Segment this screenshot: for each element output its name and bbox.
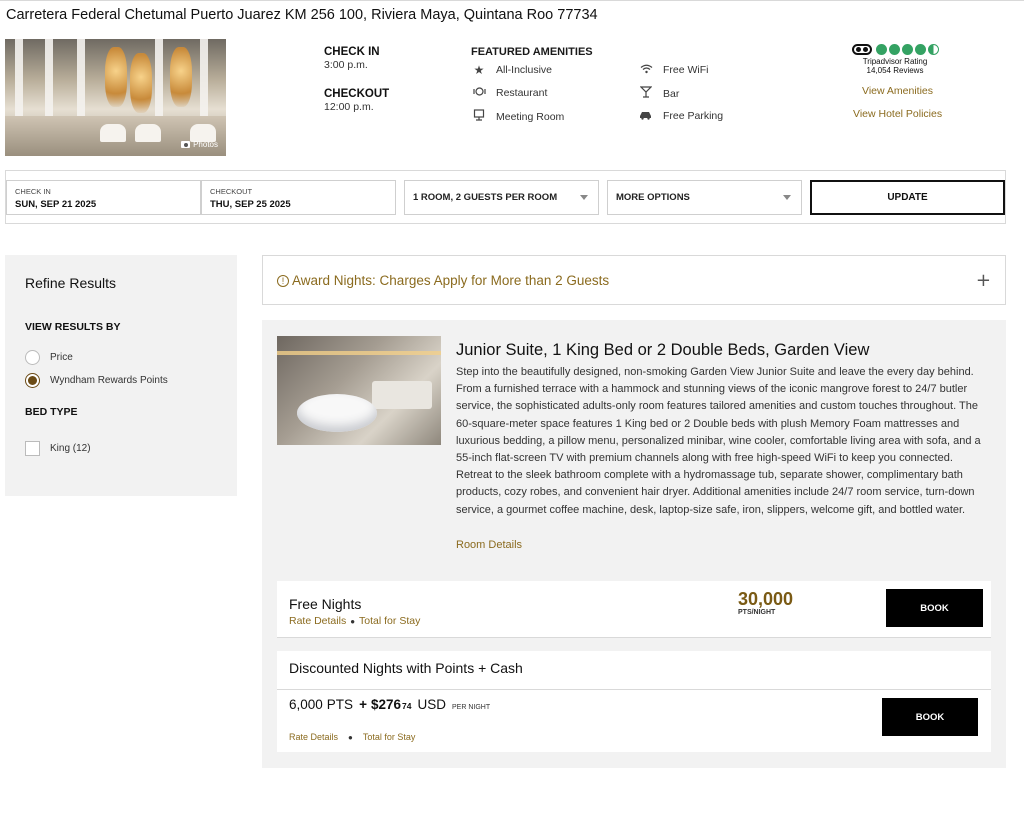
view-by-price-option[interactable]: Price	[25, 350, 73, 365]
amenity-meeting-room: Meeting Room	[472, 109, 564, 124]
tripadvisor-bubbles	[835, 44, 955, 55]
refine-sidebar: Refine Results VIEW RESULTS BY Price Wyn…	[5, 255, 237, 496]
checkout-info: CHECKOUT 12:00 p.m.	[324, 88, 389, 113]
check-in-label: CHECK IN	[324, 46, 380, 58]
room-title: Junior Suite, 1 King Bed or 2 Double Bed…	[456, 341, 870, 359]
meeting-room-icon	[472, 109, 486, 124]
view-results-heading: VIEW RESULTS BY	[25, 321, 121, 333]
total-for-stay-link[interactable]: Total for Stay	[363, 732, 416, 742]
rate-title: Discounted Nights with Points + Cash	[289, 660, 523, 676]
update-button[interactable]: UPDATE	[810, 180, 1005, 215]
rating-bubble-icon	[875, 44, 887, 55]
rating-bubble-icon	[914, 44, 926, 55]
rate-links: Rate Details ● Total for Stay	[289, 615, 420, 627]
room-details-link[interactable]: Room Details	[456, 539, 522, 551]
rate-details-link[interactable]: Rate Details	[289, 615, 346, 627]
view-amenities-link[interactable]: View Amenities	[862, 85, 933, 97]
points-cash-price: 6,000 PTS + $276 74 USD PER NIGHT	[289, 697, 491, 712]
top-divider	[0, 0, 1024, 1]
view-by-points-option[interactable]: Wyndham Rewards Points	[25, 373, 168, 388]
parking-icon	[639, 109, 653, 123]
tripadvisor-label: Tripadvisor Rating	[862, 57, 928, 66]
tripadvisor-rating[interactable]: Tripadvisor Rating 14,054 Reviews	[835, 44, 955, 75]
chevron-down-icon	[783, 195, 791, 200]
amenity-all-inclusive: ★ All-Inclusive	[473, 63, 553, 77]
rate-details-link[interactable]: Rate Details	[289, 732, 338, 742]
bar-icon	[639, 86, 653, 101]
camera-icon	[181, 141, 191, 148]
price-radio[interactable]	[25, 350, 40, 365]
tripadvisor-owl-icon	[851, 44, 872, 55]
book-button[interactable]: BOOK	[882, 698, 978, 736]
king-checkbox[interactable]	[25, 441, 40, 456]
info-circle-icon: !	[277, 275, 289, 287]
check-in-info: CHECK IN 3:00 p.m.	[324, 46, 380, 71]
chevron-down-icon	[580, 195, 588, 200]
bed-type-heading: BED TYPE	[25, 406, 78, 418]
view-hotel-policies-link[interactable]: View Hotel Policies	[853, 108, 942, 120]
amenities-title: FEATURED AMENITIES	[471, 46, 593, 58]
rating-bubble-icon	[888, 44, 900, 55]
wifi-icon	[639, 63, 653, 77]
room-description: Step into the beautifully designed, non-…	[456, 366, 981, 516]
more-options-dropdown[interactable]: MORE OPTIONS	[607, 180, 802, 215]
star-icon: ★	[473, 63, 485, 77]
bullet-icon: ●	[348, 732, 353, 742]
rooms-guests-dropdown[interactable]: 1 ROOM, 2 GUESTS PER ROOM	[404, 180, 599, 215]
rate-links: Rate Details ● Total for Stay	[289, 732, 415, 742]
rate-title: Free Nights	[289, 596, 362, 612]
photos-link[interactable]: Photos	[181, 140, 218, 149]
checkout-time: 12:00 p.m.	[324, 101, 374, 113]
check-in-field[interactable]: CHECK IN SUN, SEP 21 2025	[6, 180, 201, 215]
rate-free-nights	[277, 581, 991, 638]
photos-label: Photos	[193, 140, 218, 149]
checkout-label: CHECKOUT	[324, 88, 390, 100]
hotel-address: Carretera Federal Chetumal Puerto Juarez…	[6, 7, 598, 23]
checkout-field[interactable]: CHECKOUT THU, SEP 25 2025	[201, 180, 396, 215]
refine-title: Refine Results	[25, 275, 117, 291]
tripadvisor-reviews: 14,054 Reviews	[866, 66, 924, 75]
points-radio[interactable]	[25, 373, 40, 388]
rating-half-bubble-icon	[927, 44, 939, 55]
check-in-time: 3:00 p.m.	[324, 59, 368, 71]
total-for-stay-link[interactable]: Total for Stay	[359, 615, 420, 627]
amenity-restaurant: Restaurant	[472, 86, 547, 100]
points-price: 30,000	[738, 589, 794, 609]
expand-plus-icon[interactable]: +	[976, 270, 991, 291]
award-notice-text: ! Award Nights: Charges Apply for More t…	[277, 273, 609, 288]
amenity-free-wifi: Free WiFi	[639, 63, 709, 77]
rate-divider	[277, 689, 991, 690]
room-photo[interactable]	[277, 336, 441, 445]
amenity-bar: Bar	[639, 86, 679, 101]
bullet-icon: ●	[350, 616, 356, 626]
rating-bubble-icon	[901, 44, 913, 55]
bed-type-king-option[interactable]: King (12)	[25, 441, 91, 456]
hotel-photo[interactable]: Photos	[5, 39, 226, 156]
award-notice[interactable]: ! Award Nights: Charges Apply for More t…	[262, 255, 1006, 305]
restaurant-icon	[472, 86, 486, 100]
amenity-free-parking: Free Parking	[639, 109, 723, 123]
book-button[interactable]: BOOK	[886, 589, 983, 627]
points-unit: PTS/NIGHT	[738, 609, 776, 616]
